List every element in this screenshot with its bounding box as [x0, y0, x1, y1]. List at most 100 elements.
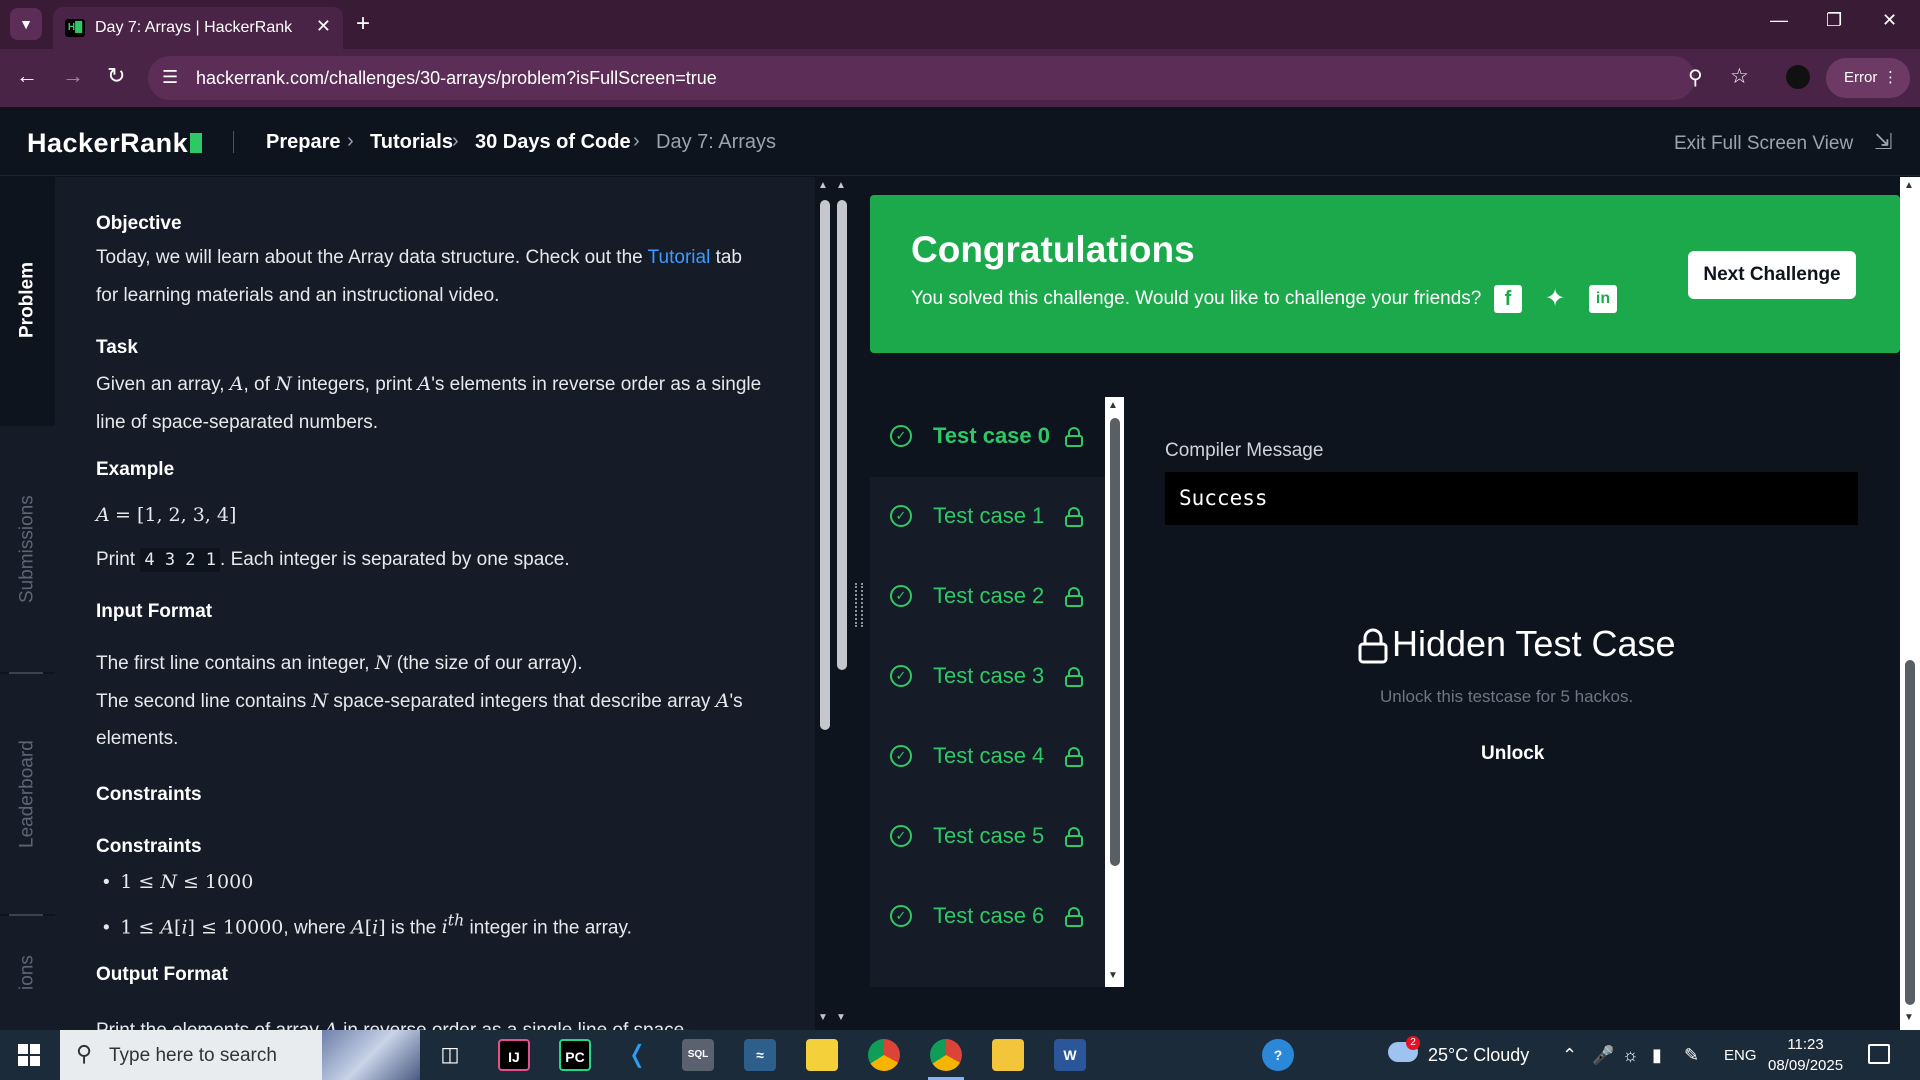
check-circle-icon: ✓ [890, 905, 912, 927]
tab-leaderboard[interactable]: Leaderboard [0, 674, 55, 914]
back-icon[interactable]: ← [16, 63, 38, 89]
exit-fullscreen-link[interactable]: Exit Full Screen View [1674, 133, 1853, 155]
taskbar-clock[interactable]: 11:23 08/09/2025 [1768, 1034, 1843, 1076]
browser-tab[interactable]: H█ Day 7: Arrays | HackerRank ✕ [53, 7, 343, 49]
breadcrumb-prepare[interactable]: Prepare [266, 131, 341, 154]
battery-icon[interactable]: ▮ [1652, 1045, 1662, 1066]
page-scrollbar-thumb[interactable] [1905, 660, 1915, 1005]
url-field[interactable]: ☰ hackerrank.com/challenges/30-arrays/pr… [148, 56, 1749, 100]
microphone-icon[interactable]: 🎤 [1592, 1045, 1614, 1066]
chrome-active-icon[interactable] [930, 1039, 962, 1071]
windows-start-icon[interactable] [18, 1044, 40, 1066]
check-circle-icon: ✓ [890, 505, 912, 527]
test-case-item[interactable]: ✓ Test case 5 [870, 797, 1105, 877]
mysql-workbench-icon[interactable]: ≈ [744, 1039, 776, 1071]
scroll-up-icon[interactable]: ▲ [836, 180, 846, 191]
test-case-item[interactable]: ✓ Test case 1 [870, 477, 1105, 557]
forward-icon[interactable]: → [62, 63, 84, 89]
congrats-subtitle: You solved this challenge. Would you lik… [911, 288, 1482, 309]
wifi-icon[interactable]: ☼ [1622, 1045, 1639, 1066]
vscode-icon[interactable]: ❬ [621, 1039, 653, 1071]
tab-list-icon[interactable]: ▼ [10, 8, 42, 40]
scroll-up-icon[interactable]: ▲ [818, 180, 828, 191]
minimize-icon[interactable]: — [1770, 10, 1788, 31]
lock-icon [1065, 747, 1083, 767]
clock-time: 11:23 [1787, 1036, 1824, 1053]
vertical-tab-bar: Problem Submissions Leaderboard ions [0, 177, 55, 1030]
test-case-item[interactable]: ✓ Test case 0 [870, 397, 1105, 477]
collapse-icon[interactable]: ⇲ [1874, 129, 1892, 155]
scroll-up-icon[interactable]: ▲ [1904, 180, 1914, 191]
scroll-down-icon[interactable]: ▼ [1108, 970, 1118, 981]
close-window-icon[interactable]: ✕ [1882, 10, 1897, 31]
close-tab-icon[interactable]: ✕ [316, 16, 331, 37]
incognito-icon[interactable] [1786, 65, 1810, 89]
test-case-scrollbar-thumb[interactable] [1110, 418, 1120, 866]
lock-icon [1065, 507, 1083, 527]
header-divider [233, 131, 234, 153]
linkedin-icon[interactable]: in [1589, 285, 1617, 313]
file-explorer-icon[interactable] [992, 1039, 1024, 1071]
show-hidden-icons-icon[interactable]: ⌃ [1562, 1045, 1577, 1066]
word-icon[interactable]: W [1054, 1039, 1086, 1071]
lock-icon [1065, 587, 1083, 607]
tutorial-link[interactable]: Tutorial [648, 247, 711, 268]
compiler-message-label: Compiler Message [1165, 440, 1324, 461]
new-tab-icon[interactable]: + [356, 10, 370, 38]
tab-submissions[interactable]: Submissions [0, 426, 55, 672]
url-text: hackerrank.com/challenges/30-arrays/prob… [196, 68, 717, 88]
pane-resize-handle[interactable] [855, 583, 863, 627]
test-case-item[interactable]: ✓ Test case 2 [870, 557, 1105, 637]
clock-date: 08/09/2025 [1768, 1057, 1844, 1074]
test-case-label: Test case 1 [933, 503, 1045, 528]
test-case-item[interactable]: ✓ Test case 6 [870, 877, 1105, 957]
chrome-icon[interactable] [868, 1039, 900, 1071]
tab-problem[interactable]: Problem [0, 177, 55, 423]
pycharm-icon[interactable]: PC [559, 1039, 591, 1071]
weather-text[interactable]: 25°C Cloudy [1428, 1045, 1529, 1066]
scroll-down-icon[interactable]: ▼ [818, 1012, 828, 1023]
breadcrumb-tutorials[interactable]: Tutorials [370, 131, 453, 154]
chevron-right-icon: › [452, 130, 459, 152]
site-settings-icon[interactable]: ☰ [162, 67, 178, 88]
test-case-item[interactable]: ✓ Test case 3 [870, 637, 1105, 717]
task-view-icon[interactable]: ◫ [434, 1039, 466, 1071]
task-text-line2: line of space-separated numbers. [96, 412, 378, 433]
taskbar-search-box[interactable]: ⚲ Type here to search [60, 1030, 420, 1080]
zoom-icon[interactable]: ⚲ [1688, 65, 1703, 90]
output-format-text-cut: Print the elements of array A in reverse… [96, 1019, 691, 1030]
scroll-up-icon[interactable]: ▲ [1108, 400, 1118, 411]
example-print-pre: Print [96, 549, 141, 570]
problem-scrollbar-thumb[interactable] [820, 200, 830, 730]
check-circle-icon: ✓ [890, 825, 912, 847]
intellij-icon[interactable]: IJ [498, 1039, 530, 1071]
profile-error-label: Error [1844, 69, 1878, 86]
sql-server-icon[interactable]: SQL [682, 1039, 714, 1071]
profile-error-button[interactable]: Error ⋮ [1826, 58, 1910, 98]
congrats-title: Congratulations [911, 229, 1195, 270]
notification-icon[interactable] [1868, 1044, 1890, 1064]
twitter-icon[interactable]: ✦ [1541, 285, 1569, 313]
tab-discussions[interactable]: ions [0, 916, 55, 1030]
test-case-item[interactable]: ✓ Test case 4 [870, 717, 1105, 797]
bookmark-star-icon[interactable]: ☆ [1730, 64, 1749, 89]
problem-scrollbar-thumb-2[interactable] [837, 200, 847, 670]
task-text: Given an array, A, of N integers, print … [96, 373, 762, 395]
scroll-down-icon[interactable]: ▼ [1904, 1012, 1914, 1023]
objective-text-line2: for learning materials and an instructio… [96, 285, 500, 306]
unlock-button[interactable]: Unlock [1481, 743, 1544, 765]
objective-text: Today, we will learn about the Array dat… [96, 239, 742, 277]
reload-icon[interactable]: ↻ [107, 63, 125, 89]
pen-icon[interactable]: ✎ [1684, 1045, 1699, 1066]
restore-icon[interactable]: ❐ [1826, 10, 1842, 31]
help-icon[interactable]: ? [1262, 1039, 1294, 1071]
facebook-icon[interactable]: f [1494, 285, 1522, 313]
sticky-notes-icon[interactable] [806, 1039, 838, 1071]
hackerrank-logo[interactable]: HackerRank [27, 128, 203, 159]
breadcrumb-30-days[interactable]: 30 Days of Code [475, 131, 631, 154]
scroll-down-icon[interactable]: ▼ [836, 1012, 846, 1023]
objective-heading: Objective [96, 213, 182, 234]
next-challenge-button[interactable]: Next Challenge [1688, 251, 1856, 299]
lock-icon [1065, 907, 1083, 927]
language-indicator[interactable]: ENG [1724, 1047, 1757, 1064]
